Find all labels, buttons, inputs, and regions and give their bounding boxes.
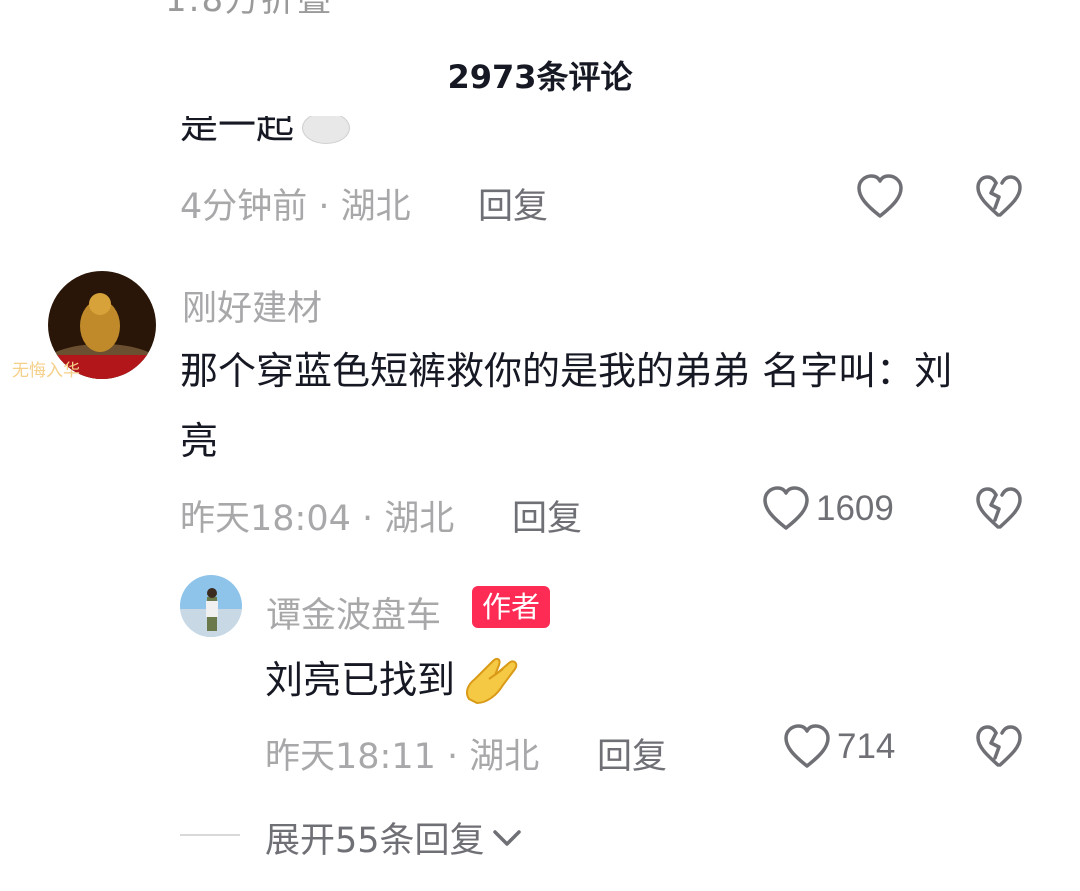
reply-text-content: 刘亮已找到 — [265, 658, 456, 702]
chevron-down-icon — [492, 829, 521, 846]
broken-heart-icon — [976, 487, 1022, 529]
comments-count-title: 2973条评论 — [447, 58, 633, 96]
avatar-image — [180, 575, 242, 637]
expand-replies-label: 展开55条回复 — [265, 821, 485, 861]
heart-icon — [857, 174, 903, 218]
praying-hands-emoji-icon — [466, 657, 518, 705]
partial-comment-text: 是一起 — [180, 116, 351, 152]
reply-button[interactable]: 回复 — [512, 490, 582, 541]
dislike-button[interactable] — [976, 725, 1022, 773]
reply-button[interactable]: 回复 — [478, 178, 548, 229]
comment-text: 那个穿蓝色短裤救你的是我的弟弟 名字叫：刘亮 — [180, 349, 953, 463]
comment-meta: 4分钟前 · 湖北 — [180, 187, 411, 227]
dislike-button[interactable] — [976, 175, 1022, 223]
emoji-icon — [302, 116, 351, 144]
heart-icon — [784, 724, 830, 768]
avatar[interactable] — [180, 575, 242, 637]
avatar-caption: 无悔入华 — [12, 361, 80, 381]
dislike-button[interactable] — [976, 487, 1022, 535]
expand-replies-button[interactable]: 展开55条回复 — [265, 812, 523, 863]
comment-author[interactable]: 刚好建材 — [182, 280, 322, 331]
like-count: 714 — [837, 727, 896, 766]
reply-author[interactable]: 谭金波盘车 — [266, 587, 441, 638]
like-button[interactable] — [856, 174, 904, 220]
broken-heart-icon — [976, 175, 1022, 217]
like-count: 1609 — [816, 489, 894, 528]
expand-divider — [180, 834, 240, 836]
partial-header-text: 1.8万折叠 — [165, 0, 334, 20]
reply-meta: 昨天18:11 · 湖北 — [265, 737, 540, 777]
reply-text: 刘亮已找到 — [265, 645, 523, 715]
partial-comment-text-content: 是一起 — [180, 116, 295, 147]
broken-heart-icon — [976, 725, 1022, 767]
heart-icon — [763, 486, 809, 530]
author-badge: 作者 — [472, 586, 551, 628]
reply-button[interactable]: 回复 — [597, 728, 667, 779]
comment-meta: 昨天18:04 · 湖北 — [180, 499, 455, 539]
like-button[interactable]: 1609 — [762, 486, 894, 532]
like-button[interactable]: 714 — [783, 724, 895, 770]
